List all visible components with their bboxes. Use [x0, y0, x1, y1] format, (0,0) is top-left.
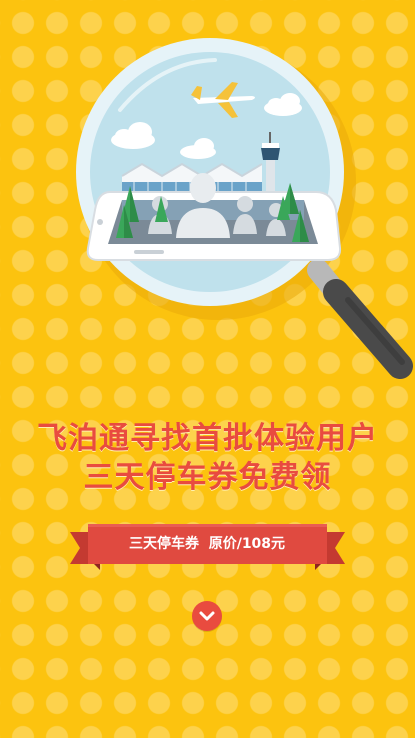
price-label: 原价/108元: [208, 536, 286, 552]
ribbon-label: 三天停车券 原价/108元: [88, 524, 326, 564]
chevron-down-icon: [199, 611, 215, 621]
headline-line2: 三天停车券免费领: [83, 460, 332, 495]
scroll-down-button[interactable]: [192, 601, 222, 631]
ticket-label: 三天停车券: [128, 536, 199, 552]
magnifier-illustration: [76, 38, 413, 379]
headline-line1: 飞泊通寻找首批体验用户: [37, 421, 378, 456]
hero-illustration: [0, 0, 415, 400]
magnifier-handle: [307, 259, 413, 379]
